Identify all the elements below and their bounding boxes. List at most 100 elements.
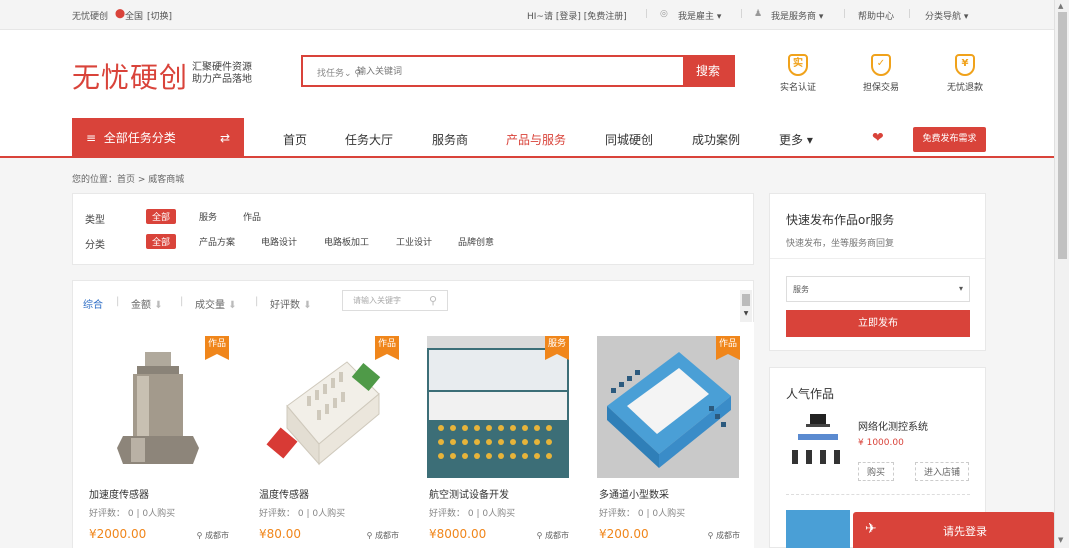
search-input[interactable] — [357, 63, 657, 79]
category-nav-menu[interactable]: 分类导航 ▾ — [925, 9, 968, 22]
employer-menu[interactable]: 我是雇主 ▾ — [678, 9, 721, 22]
popular-item-title[interactable]: 网络化测控系统 — [858, 418, 928, 433]
product-title[interactable]: 温度传感器 — [259, 486, 309, 501]
product-price: ¥2000.00 — [89, 527, 147, 541]
quick-publish-subtitle: 快速发布，坐等服务商回复 — [786, 239, 895, 249]
filter-type-label: 类型 — [85, 215, 105, 226]
login-prompt-bar[interactable]: ✈ 请先登录 — [853, 512, 1055, 548]
top-bar: 无忧硬创 ⬤ 全国 [切换] HI~请 [登录] [免费注册] | ◎ 我是雇主… — [0, 0, 1054, 30]
scroll-thumb[interactable] — [1058, 12, 1067, 259]
location-pin-icon: ⬤ — [115, 9, 126, 19]
arrow-down-icon: ⬇ — [303, 300, 312, 311]
filter-cat-circuit[interactable]: 电路设计 — [255, 234, 303, 249]
filter-type-work[interactable]: 作品 — [237, 209, 267, 224]
location-pin-icon: ⚲ — [707, 531, 714, 540]
product-card[interactable]: 作品 加速度传感器 好评数： 0 | 0人购买 ¥2000.00 ⚲ 成都市 — [73, 322, 244, 548]
nav-cases[interactable]: 成功案例 — [692, 131, 740, 148]
login-register-link[interactable]: HI~请 [登录] [免费注册] — [527, 9, 627, 22]
scroll-down-icon: ▼ — [1058, 536, 1064, 544]
product-card[interactable]: 作品 温度传感器 好评数： 0 | 0人购买 ¥80.00 ⚲ 成都市 — [243, 322, 414, 548]
help-center-link[interactable]: 帮助中心 — [858, 9, 894, 22]
scroll-up-icon: ▲ — [1058, 2, 1064, 10]
popular-item-price: ¥ 1000.00 — [858, 438, 904, 448]
nav-more[interactable]: 更多 ▾ — [779, 131, 813, 148]
arrow-down-icon: ⬇ — [228, 300, 237, 311]
search-button[interactable]: 搜索 — [683, 57, 733, 85]
nav-task-hall[interactable]: 任务大厅 — [345, 131, 393, 148]
shield-icon: 实 — [788, 54, 808, 76]
quick-publish-panel: 快速发布作品or服务 快速发布，坐等服务商回复 服务 ▾ 立即发布 — [769, 193, 986, 351]
filter-cat-pcb[interactable]: 电路板加工 — [318, 234, 375, 249]
product-rating: 好评数： 0 | 0人购买 — [599, 509, 686, 519]
site-logo[interactable]: 无忧硬创 — [72, 56, 188, 96]
swap-icon: ⇄ — [219, 131, 230, 145]
paper-plane-icon: ✈ — [865, 521, 877, 537]
quick-publish-title: 快速发布作品or服务 — [786, 213, 895, 227]
product-title[interactable]: 航空测试设备开发 — [429, 486, 509, 501]
badge-refund: ¥ 无忧退款 — [940, 54, 990, 93]
location-pin-icon: ⚲ — [536, 531, 543, 540]
product-price: ¥8000.00 — [429, 527, 487, 541]
publish-type-select[interactable]: 服务 ▾ — [786, 276, 970, 302]
shield-yen-icon: ¥ — [955, 54, 975, 76]
location-pin-icon: ⚲ — [196, 531, 203, 540]
breadcrumb: 您的位置：首页 > 威客商城 — [72, 175, 185, 185]
popular-works-title: 人气作品 — [786, 387, 835, 401]
search-bar: 找任务⌄ ⚲ 搜索 — [301, 55, 735, 87]
publish-request-button[interactable]: 免费发布需求 — [913, 127, 986, 152]
product-card[interactable]: 服务 航空测试设备开发 好评数： 0 | 0人购买 ¥8000.00 ⚲ 成都市 — [413, 322, 584, 548]
filter-category-label: 分类 — [85, 240, 105, 251]
all-categories-button[interactable]: ≡ 全部任务分类 ⇄ — [72, 118, 244, 158]
product-rating: 好评数： 0 | 0人购买 — [429, 509, 516, 519]
keyword-search-input[interactable]: 请输入关键字 ⚲ — [342, 290, 448, 311]
product-rating: 好评数： 0 | 0人购买 — [89, 509, 176, 519]
switch-location-link[interactable]: [切换] — [147, 9, 172, 22]
product-title[interactable]: 多通道小型数采 — [599, 486, 669, 501]
nav-products-services[interactable]: 产品与服务 — [506, 131, 566, 148]
search-icon: ⚲ — [428, 294, 437, 307]
product-rating: 好评数： 0 | 0人购买 — [259, 509, 346, 519]
slogan: 汇聚硬件资源 助力产品落地 — [192, 62, 252, 85]
filter-type-service[interactable]: 服务 — [193, 209, 223, 224]
chevron-down-icon: ▾ — [958, 284, 963, 293]
filter-cat-solution[interactable]: 产品方案 — [193, 234, 241, 249]
menu-icon: ≡ — [86, 131, 97, 145]
popular-buy-button[interactable]: 购买 — [858, 462, 895, 481]
inner-scrollbar[interactable]: ▼ — [740, 290, 752, 322]
nav-providers[interactable]: 服务商 — [432, 131, 468, 148]
filter-panel — [72, 193, 754, 265]
location-pin-icon: ⚲ — [366, 531, 373, 540]
product-card[interactable]: 作品 多通道小型数采 好评数： 0 | 0人购买 ¥200.00 ⚲ 成都市 — [583, 322, 754, 548]
sort-amount[interactable]: 金额 ⬇ — [131, 296, 163, 311]
megaphone-icon: ❤ — [872, 130, 884, 146]
provider-icon: ♟ — [754, 9, 763, 19]
arrow-down-icon: ⬇ — [154, 300, 163, 311]
product-location: ⚲ 成都市 — [366, 531, 399, 540]
user-icon: ◎ — [660, 9, 668, 19]
shield-check-icon: ✓ — [871, 54, 891, 76]
search-type-dropdown[interactable]: 找任务⌄ ⚲ — [317, 66, 361, 79]
filter-cat-industrial[interactable]: 工业设计 — [390, 234, 438, 249]
popular-item-image[interactable] — [786, 410, 850, 474]
provider-menu[interactable]: 我是服务商 ▾ — [771, 9, 823, 22]
badge-verified: 实 实名认证 — [773, 54, 823, 93]
filter-type-all[interactable]: 全部 — [146, 209, 177, 224]
product-price: ¥200.00 — [599, 527, 649, 541]
sort-volume[interactable]: 成交量 ⬇ — [195, 296, 237, 311]
nav-home[interactable]: 首页 — [283, 131, 307, 148]
sort-overall[interactable]: 综合 — [83, 296, 103, 311]
product-location: ⚲ 成都市 — [707, 531, 740, 540]
sort-rating[interactable]: 好评数 ⬇ — [270, 296, 312, 311]
product-location: ⚲ 成都市 — [196, 531, 229, 540]
site-name: 无忧硬创 — [72, 12, 109, 22]
page-scrollbar[interactable]: ▲ ▼ — [1054, 0, 1069, 548]
popular-item-image-2[interactable] — [786, 510, 850, 548]
nav-local[interactable]: 同城硬创 — [605, 131, 653, 148]
product-location: ⚲ 成都市 — [536, 531, 569, 540]
product-title[interactable]: 加速度传感器 — [89, 486, 149, 501]
publish-now-button[interactable]: 立即发布 — [786, 310, 970, 337]
product-price: ¥80.00 — [259, 527, 301, 541]
filter-cat-brand[interactable]: 品牌创意 — [452, 234, 500, 249]
filter-cat-all[interactable]: 全部 — [146, 234, 177, 249]
popular-shop-button[interactable]: 进入店铺 — [915, 462, 970, 481]
